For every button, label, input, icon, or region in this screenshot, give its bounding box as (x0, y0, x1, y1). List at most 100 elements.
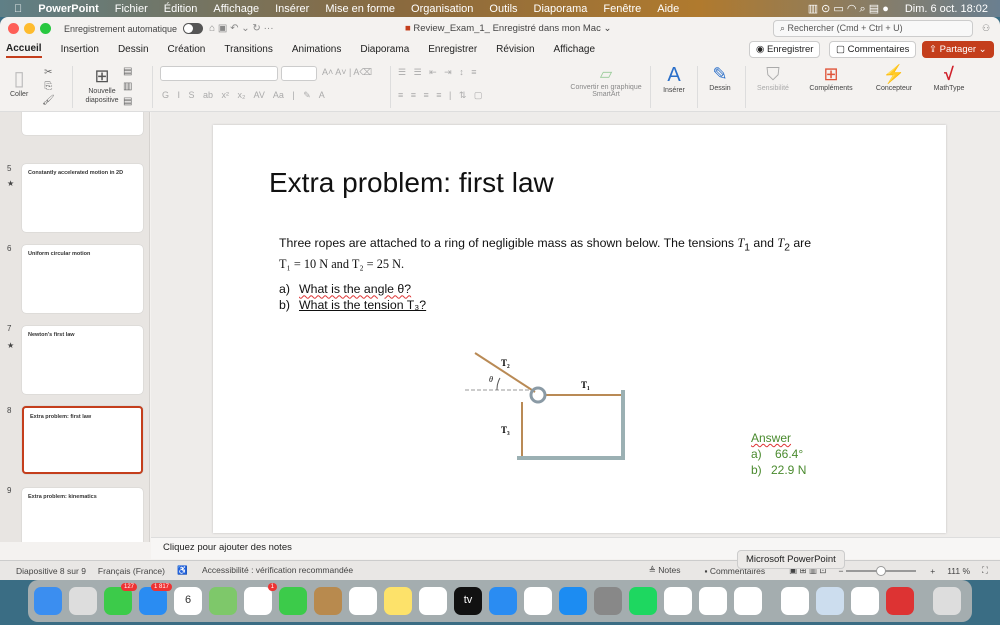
menu-aide[interactable]: Aide (657, 3, 679, 15)
slide-thumbnail-4[interactable] (22, 112, 143, 135)
accessibility-status[interactable]: ♿ Accessibilité : vérification recommand… (177, 565, 365, 576)
smartart-button[interactable]: ▱ Convertir en graphique SmartArt (568, 64, 644, 98)
sensitivity-button[interactable]: ⛉ Sensibilité (750, 64, 796, 92)
slide-title[interactable]: Extra problem: first law (269, 167, 554, 199)
dock-trash-icon[interactable] (933, 587, 961, 615)
language[interactable]: Français (France) (98, 566, 165, 576)
dock-word-icon[interactable] (664, 587, 692, 615)
menu-fenetre[interactable]: Fenêtre (603, 3, 641, 15)
font-size-select[interactable] (281, 66, 317, 81)
share-button[interactable]: ⇪ Partager ⌄ (922, 41, 994, 58)
menu-organisation[interactable]: Organisation (411, 3, 473, 15)
comments-button[interactable]: ▢ Commentaires (829, 41, 917, 58)
slide[interactable]: Extra problem: first law Three ropes are… (213, 125, 946, 533)
dock-outlook-icon[interactable] (699, 587, 727, 615)
tab-enregistrer[interactable]: Enregistrer (428, 44, 477, 57)
tab-revision[interactable]: Révision (496, 44, 534, 57)
new-slide-button[interactable]: ⊞ Nouvelle diapositive (80, 66, 124, 105)
apple-icon[interactable]:  (14, 3, 22, 15)
dock-onedrive-icon[interactable] (734, 587, 762, 615)
notes-button[interactable]: ≜ Notes (649, 565, 693, 576)
notes-input[interactable]: Cliquez pour ajouter des notes (151, 537, 1000, 559)
dock-photo-booth-icon[interactable] (886, 587, 914, 615)
document-title[interactable]: ■ Review_Exam_1_ Enregistré dans mon Mac… (405, 23, 611, 34)
slide-thumbnail-8-selected[interactable]: Extra problem: first law (22, 406, 143, 474)
tab-insertion[interactable]: Insertion (61, 44, 99, 57)
dock-chrome-icon[interactable] (524, 587, 552, 615)
dock-launchpad-icon[interactable] (69, 587, 97, 615)
menu-diaporama[interactable]: Diaporama (534, 3, 588, 15)
clipboard-tools[interactable]: ✂ ⎘ 🖌 (42, 66, 55, 108)
dock-contacts-icon[interactable] (314, 587, 342, 615)
slide-thumbnail-5[interactable]: Constantly accelerated motion in 2D (22, 164, 143, 232)
dock-preview-icon[interactable] (816, 587, 844, 615)
addins-button[interactable]: ⊞ Compléments (804, 64, 858, 92)
status-icons[interactable]: ▥ ⊙ ▭ ◠ ⌕ ▤ ● (808, 2, 889, 16)
label-theta: θ (489, 375, 493, 384)
tab-accueil[interactable]: Accueil (6, 43, 42, 58)
slide-body[interactable]: Three ropes are attached to a ring of ne… (279, 235, 869, 313)
zoom-slider[interactable]: − + (839, 566, 935, 577)
dock-safari-icon[interactable] (489, 587, 517, 615)
close-button[interactable] (8, 23, 19, 34)
dock-system-settings-icon[interactable] (594, 587, 622, 615)
floor (517, 456, 625, 460)
slide-thumbnail-7[interactable]: Newton's first law (22, 326, 143, 394)
font-family-select[interactable] (160, 66, 278, 81)
dock-finder-icon[interactable] (34, 587, 62, 615)
tab-creation[interactable]: Création (168, 44, 206, 57)
slide-thumbnail-6[interactable]: Uniform circular motion (22, 245, 143, 313)
dock-freeform-icon[interactable] (419, 587, 447, 615)
menu-fichier[interactable]: Fichier (115, 3, 148, 15)
autosave-toggle[interactable] (183, 23, 204, 34)
share-people-icon[interactable]: ⚇ (982, 23, 990, 34)
dock-tv-icon[interactable]: tv (454, 587, 482, 615)
tab-affichage[interactable]: Affichage (554, 44, 596, 57)
search-input[interactable]: ⌕ Rechercher (Cmd + Ctrl + U) (773, 20, 973, 37)
mathtype-button[interactable]: √ MathType (926, 64, 972, 92)
dock-facetime-icon[interactable] (279, 587, 307, 615)
dock-calendar-icon[interactable]: 6 (174, 587, 202, 615)
tab-dessin[interactable]: Dessin (118, 44, 149, 57)
minimize-button[interactable] (24, 23, 35, 34)
tab-animations[interactable]: Animations (292, 44, 341, 57)
answer-box[interactable]: Answer a) 66.4° b) 22.9 N (751, 430, 806, 478)
align-buttons[interactable]: ≡ ≡ ≡ ≡ | ⇅ ▢ (398, 90, 482, 101)
zoom-slider-thumb[interactable] (875, 566, 886, 577)
dock-excel-icon[interactable] (851, 587, 879, 615)
slide-canvas[interactable]: Extra problem: first law Three ropes are… (151, 112, 1000, 537)
menu-mise-en-forme[interactable]: Mise en forme (325, 3, 395, 15)
dock-photos-icon[interactable]: 1 (244, 583, 277, 615)
dock-mail-icon[interactable]: 1 817 (139, 583, 172, 615)
dock-powerpoint-icon[interactable] (781, 587, 809, 615)
font-format-buttons[interactable]: G I S ab x² x₂ AV Aa | ✎ A (162, 90, 325, 101)
menu-inserer[interactable]: Insérer (275, 3, 309, 15)
paragraph-buttons[interactable]: ☰ ☰ ⇤ ⇥ ↕ ≡ (398, 67, 476, 78)
dock-notes-icon[interactable] (384, 587, 412, 615)
designer-button[interactable]: ⚡ Concepteur (868, 64, 920, 92)
tab-diaporama[interactable]: Diaporama (360, 44, 409, 57)
menu-affichage[interactable]: Affichage (213, 3, 259, 15)
font-size-buttons[interactable]: A˄ A˅ | A⌫ (322, 67, 372, 78)
insert-button[interactable]: A Insérer (656, 64, 692, 94)
zoom-level[interactable]: 111 % (947, 566, 970, 576)
slide-thumbnails-panel[interactable]: 5 ★ Constantly accelerated motion in 2D … (0, 112, 150, 542)
slide-thumbnail-9[interactable]: Extra problem: kinematics (22, 488, 143, 542)
dock-spotify-icon[interactable] (629, 587, 657, 615)
dock-app-store-icon[interactable] (559, 587, 587, 615)
tab-transitions[interactable]: Transitions (224, 44, 273, 57)
menu-edition[interactable]: Édition (164, 3, 198, 15)
record-button[interactable]: ◉ Enregistrer (749, 41, 821, 58)
quick-access-icons[interactable]: ⌂ ▣ ↶ ⌄ ↻ ··· (209, 23, 274, 34)
paste-button[interactable]: ▯ Coller (10, 66, 28, 98)
dock-messages-icon[interactable]: 127 (104, 583, 137, 615)
clock[interactable]: Dim. 6 oct. 18:02 (905, 3, 988, 15)
zoom-button[interactable] (40, 23, 51, 34)
menu-app-name[interactable]: PowerPoint (38, 3, 99, 15)
layout-tools[interactable]: ▤ ▥ ▤ (123, 64, 132, 109)
draw-button[interactable]: ✎ Dessin (702, 64, 738, 92)
dock-reminders-icon[interactable] (349, 587, 377, 615)
dock-maps-icon[interactable] (209, 587, 237, 615)
fit-slide-icon[interactable]: ⛶ (982, 565, 988, 576)
menu-outils[interactable]: Outils (489, 3, 517, 15)
